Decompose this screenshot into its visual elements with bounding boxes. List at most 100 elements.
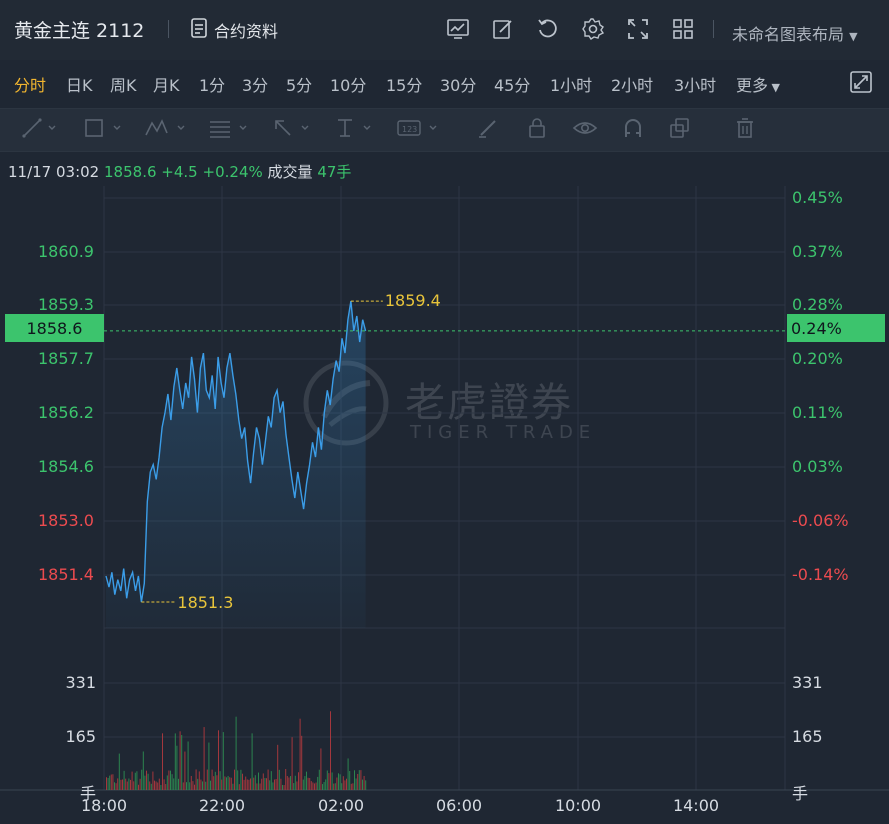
volume-bar [117,778,119,790]
volume-bar [190,775,192,790]
volume-bar [242,773,243,790]
volume-bar [352,783,354,790]
volume-bar [182,782,184,790]
volume-bar [341,783,343,790]
volume-bar [198,771,200,790]
volume-bar [280,778,282,790]
volume-bar [122,779,123,790]
volume-bar [342,776,344,790]
volume-bar [114,782,115,790]
volume-bar [154,780,155,790]
volume-bar [123,770,125,790]
volume-bar [107,777,109,790]
volume-bar [160,785,162,790]
volume-bar [187,741,189,790]
intraday-chart[interactable]: 1859.4 1851.3 [0,0,889,824]
volume-bar [125,778,127,790]
volume-bar [299,718,301,790]
volume-bar [126,781,128,790]
volume-bar [318,769,320,790]
low-marker-label: 1851.3 [177,593,233,612]
price-axis-label: 1853.0 [38,511,94,530]
volume-bar [266,778,267,790]
volume-bar [283,785,285,790]
volume-bar [254,775,256,790]
volume-bar [307,777,309,790]
volume-bar [360,770,362,790]
volume-bar [149,781,151,790]
volume-bar [168,770,170,790]
volume-bar [339,774,341,790]
high-marker-label: 1859.4 [385,291,441,310]
volume-bar [210,780,211,790]
volume-bar [251,733,253,790]
volume-bar [304,776,306,790]
volume-bar [350,783,352,790]
volume-bar [179,731,181,790]
volume-bar [109,775,111,790]
volume-axis-label: 331 [65,673,96,692]
volume-bar [227,775,229,790]
time-axis-label: 10:00 [554,796,602,815]
volume-bar [262,773,264,790]
current-pct-tag: 0.24% [787,314,885,342]
volume-bar [245,776,247,790]
volume-bar [328,773,330,790]
volume-bar [139,778,141,790]
volume-bar [346,778,347,790]
pct-axis-label: -0.06% [792,511,849,530]
volume-bar [246,779,248,790]
volume-bar [290,776,291,790]
volume-bar [166,775,168,790]
volume-bar [234,769,235,790]
time-axis-label: 14:00 [672,796,720,815]
volume-bar [275,779,277,790]
volume-bar [306,771,307,790]
volume-bar [293,783,295,790]
volume-bar [146,770,147,790]
volume-axis-label-right: 331 [792,673,823,692]
volume-bar [301,735,303,790]
volume-bar [208,742,210,790]
pct-axis-label: 0.20% [792,349,843,368]
volume-bar [314,783,315,790]
volume-bar [174,733,176,790]
volume-bar [186,782,187,790]
volume-bar [136,771,138,790]
volume-bar [194,784,195,790]
volume-bar [158,778,160,790]
price-axis-label: 1857.7 [38,349,94,368]
volume-bar [214,771,216,790]
volume-bar [192,781,194,790]
price-axis-label: 1859.3 [38,295,94,314]
volume-bar [288,777,290,790]
volume-bar [232,783,234,790]
volume-bar [286,776,288,790]
volume-bar [163,779,165,790]
volume-bar [259,783,261,790]
volume-axis-label: 165 [65,727,96,746]
volume-bar [157,782,159,790]
volume-bar [224,776,226,790]
volume-bar [269,780,271,790]
pct-axis-label: 0.28% [792,295,843,314]
volume-bar [278,769,280,790]
volume-bar [184,751,186,790]
volume-bar [277,744,279,790]
volume-bar [354,770,355,790]
volume-bar [203,727,205,790]
volume-bar [237,770,239,790]
volume-bar [235,716,237,790]
volume-bar [112,774,114,790]
volume-bar [334,783,336,790]
volume-bar [173,778,175,790]
volume-bar [243,779,245,790]
volume-bar [282,784,283,790]
price-axis-label: 1860.9 [38,242,94,261]
volume-bar [357,773,359,790]
volume-bar [189,782,191,790]
volume-bar [344,780,346,790]
volume-bar [264,777,266,790]
volume-bar [322,784,323,790]
volume-bar [205,781,207,790]
